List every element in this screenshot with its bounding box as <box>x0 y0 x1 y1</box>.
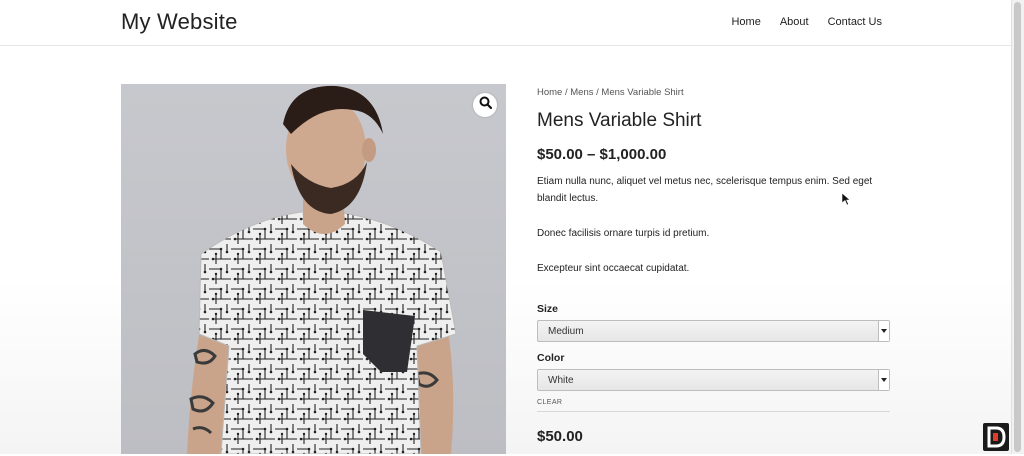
color-select-value: White <box>548 375 574 386</box>
size-select-value: Medium <box>548 326 584 337</box>
site-title[interactable]: My Website <box>121 9 238 35</box>
color-select[interactable]: White <box>537 369 890 391</box>
main-nav: Home About Contact Us <box>731 16 882 28</box>
model-photo <box>187 85 457 454</box>
description-paragraph: Etiam nulla nunc, aliquet vel metus nec,… <box>537 176 873 204</box>
size-select[interactable]: Medium <box>537 320 890 342</box>
product-title: Mens Variable Shirt <box>537 110 702 131</box>
channel-logo-icon <box>983 423 1009 451</box>
product-image[interactable] <box>121 84 506 454</box>
nav-about[interactable]: About <box>780 16 809 28</box>
price-range: $50.00 – $1,000.00 <box>537 146 667 163</box>
mouse-cursor-icon <box>841 192 851 211</box>
nav-home[interactable]: Home <box>731 16 760 28</box>
description-paragraph: Donec facilisis ornare turpis id pretium… <box>537 228 710 239</box>
size-label: Size <box>537 303 559 315</box>
clear-selection-link[interactable]: CLEAR <box>537 399 562 406</box>
product-summary: Home / Mens / Mens Variable Shirt Mens V… <box>537 84 892 277</box>
scrollbar-thumb[interactable] <box>1014 2 1021 452</box>
divider <box>537 411 890 412</box>
zoom-button[interactable] <box>473 93 497 117</box>
site-header: My Website Home About Contact Us <box>0 0 1012 46</box>
description-paragraph: Excepteur sint occaecat cupidatat. <box>537 263 690 274</box>
breadcrumb[interactable]: Home / Mens / Mens Variable Shirt <box>537 87 892 98</box>
chevron-down-icon <box>878 321 889 341</box>
nav-contact-us[interactable]: Contact Us <box>828 16 882 28</box>
color-label: Color <box>537 352 565 364</box>
chevron-down-icon <box>878 370 889 390</box>
search-icon <box>479 96 492 114</box>
selected-variation-price: $50.00 <box>537 428 583 445</box>
scrollbar[interactable] <box>1011 0 1024 454</box>
product-description: Etiam nulla nunc, aliquet vel metus nec,… <box>537 173 892 277</box>
